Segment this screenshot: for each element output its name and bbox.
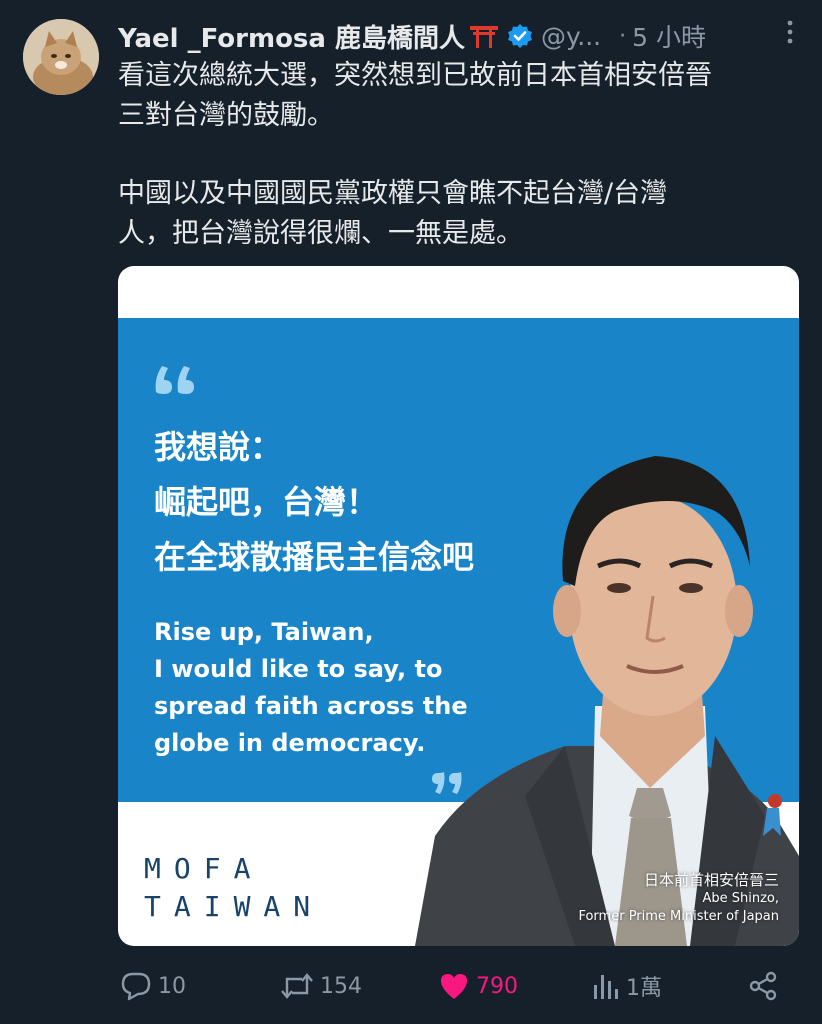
views-icon [594, 975, 618, 999]
verified-badge-icon [507, 23, 533, 49]
tweet-media-image[interactable]: 我想說： 崛起吧，台灣！ 在全球散播民主信念吧 Rise up, Taiwan,… [118, 266, 799, 946]
separator-dot: · [619, 23, 627, 49]
share-icon [749, 971, 777, 1001]
tweet-actions: 10 154 790 1萬 [120, 966, 790, 1006]
tweet-text: 看這次總統大選，突然想到已故前日本首相安倍晉 三對台灣的鼓勵。 中國以及中國國民… [118, 56, 808, 254]
caption-chinese: 日本前首相安倍晉三 [643, 871, 779, 889]
tweet-header: Yael _Formosa 鹿島橋間人 @y... · 5 小時 [118, 14, 808, 58]
display-name[interactable]: Yael _Formosa 鹿島橋間人 [118, 18, 465, 55]
views-count: 1萬 [626, 976, 662, 1001]
like-button[interactable]: 790 [438, 966, 518, 1006]
avatar-cat-image [23, 19, 99, 95]
reply-button[interactable]: 10 [120, 966, 186, 1006]
reply-icon [121, 972, 151, 1001]
avatar[interactable] [23, 19, 99, 95]
portrait-photo [415, 456, 799, 946]
mofa-taiwan-logo: MOFA TAIWAN [144, 850, 323, 926]
tweet-line: 中國以及中國國民黨政權只會瞧不起台灣/台灣 [118, 178, 668, 209]
like-count: 790 [476, 973, 518, 999]
photo-caption: 日本前首相安倍晉三 Abe Shinzo, Former Prime Minis… [578, 870, 779, 926]
reply-count: 10 [158, 973, 186, 999]
tweet-line: 三對台灣的鼓勵。 [118, 100, 334, 131]
tweet-card[interactable]: Yael _Formosa 鹿島橋間人 @y... · 5 小時 看這次總統大選… [0, 0, 822, 1024]
torii-emoji-icon [469, 24, 499, 48]
views-button[interactable]: 1萬 [592, 966, 662, 1006]
share-button[interactable] [748, 966, 778, 1006]
handle[interactable]: @y... [541, 22, 601, 51]
more-icon[interactable] [786, 18, 794, 50]
retweet-button[interactable]: 154 [280, 966, 362, 1006]
retweet-count: 154 [320, 973, 362, 999]
tweet-line: 看這次總統大選，突然想到已故前日本首相安倍晉 [118, 60, 712, 91]
retweet-icon [281, 973, 313, 999]
caption-name: Abe Shinzo, [702, 891, 779, 906]
caption-role: Former Prime Minister of Japan [578, 909, 779, 924]
logo-line: TAIWAN [144, 890, 324, 923]
timestamp[interactable]: 5 小時 [632, 18, 706, 54]
tweet-line: 人，把台灣說得很爛、一無是處。 [118, 218, 523, 249]
open-quote-mark-icon [155, 366, 194, 394]
like-icon [441, 974, 467, 999]
logo-line: MOFA [144, 852, 264, 885]
